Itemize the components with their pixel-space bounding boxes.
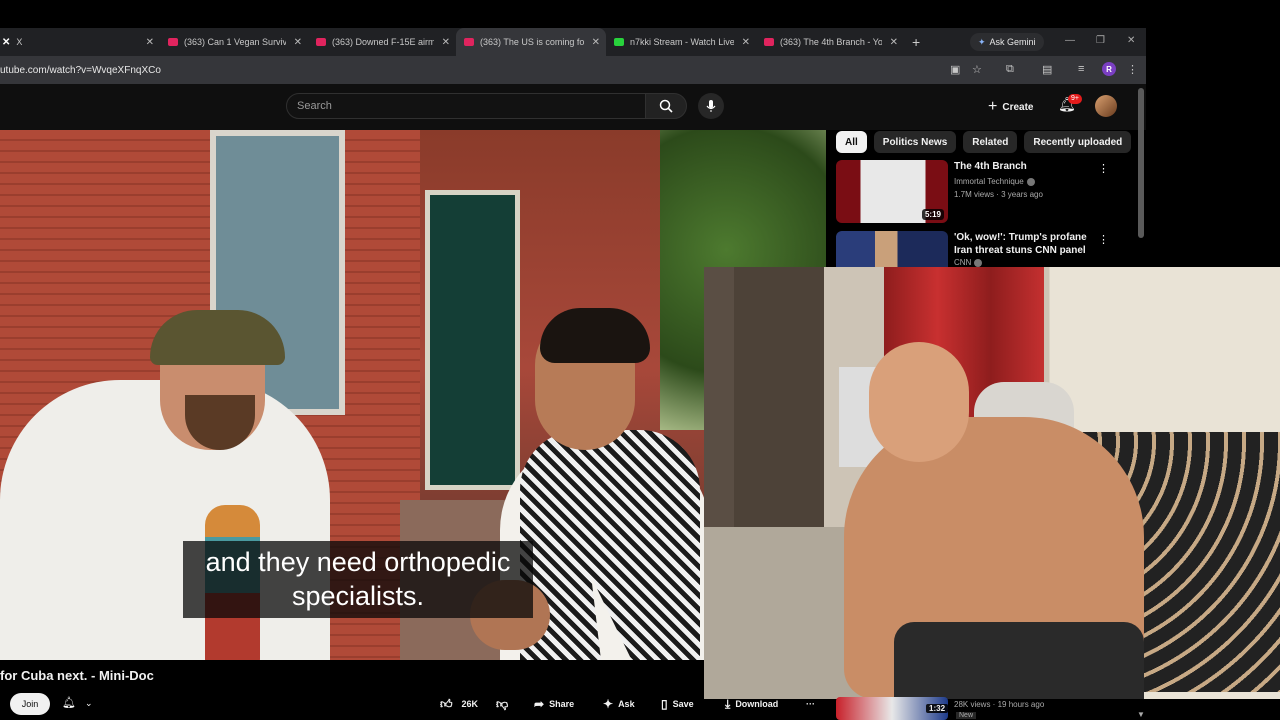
more-options-icon[interactable]: ⋮ <box>1098 233 1109 246</box>
sparkle-icon: ✦ <box>603 697 614 711</box>
webcam-person-shorts <box>894 622 1144 699</box>
page-scrollbar[interactable] <box>1138 88 1144 238</box>
address-bar: utube.com/watch?v=WvqeXFnqXCo ▣ ☆ ⧉ ▤ ≡ … <box>0 56 1146 84</box>
share-arrow-icon: ➦ <box>534 697 545 711</box>
more-options-icon[interactable]: ⋮ <box>1098 162 1109 175</box>
recommendation-channel[interactable]: CNN <box>954 258 983 267</box>
search-input[interactable]: Search <box>286 93 646 119</box>
create-button[interactable]: + Create <box>988 95 1033 119</box>
restore-icon[interactable]: ❐ <box>1096 35 1105 46</box>
download-icon: ⤓ <box>725 696 731 711</box>
browser-tab-bar: ✕ X ✕ (363) Can 1 Vegan Survive 20 ✕ (36… <box>0 28 1146 56</box>
download-button[interactable]: ⤓ Download <box>725 693 778 715</box>
bookmark-icon: ▯ <box>661 697 668 711</box>
close-tab-icon[interactable]: ✕ <box>592 37 600 48</box>
tab-vegan[interactable]: (363) Can 1 Vegan Survive 20 ✕ <box>160 28 308 56</box>
microphone-icon <box>706 100 716 112</box>
browser-menu-icon[interactable]: ⋮ <box>1127 63 1138 76</box>
webcam-overlay <box>704 267 1280 699</box>
close-tab-icon[interactable]: ✕ <box>742 37 750 48</box>
sidepanel-icon[interactable]: ▤ <box>1042 63 1052 76</box>
account-avatar[interactable] <box>1095 95 1117 117</box>
more-actions-button[interactable]: ··· <box>806 693 815 715</box>
chip-recently-uploaded[interactable]: Recently uploaded <box>1024 131 1132 153</box>
window-close-icon[interactable]: ✕ <box>1127 35 1135 46</box>
kick-icon <box>614 38 624 46</box>
new-tab-button[interactable]: + <box>912 34 920 50</box>
voice-search-button[interactable] <box>698 93 724 119</box>
chip-all[interactable]: All <box>836 131 867 153</box>
youtube-icon <box>464 38 474 46</box>
tab-x[interactable]: ✕ X ✕ <box>0 28 160 56</box>
save-button[interactable]: ▯ Save <box>661 693 694 715</box>
close-tab-icon[interactable]: ✕ <box>294 37 302 48</box>
youtube-icon <box>764 38 774 46</box>
video-duration: 1:32 <box>926 704 949 713</box>
verified-icon <box>1026 177 1035 186</box>
youtube-icon <box>168 38 178 46</box>
join-button[interactable]: Join <box>10 693 50 715</box>
chip-related[interactable]: Related <box>963 131 1018 153</box>
youtube-header: Search + Create 🔔︎ 9+ <box>0 84 1146 130</box>
like-button[interactable]: 👍︎ 26K <box>440 693 478 715</box>
gemini-icon: ✦ <box>978 36 986 47</box>
browser-profile-avatar[interactable]: R <box>1102 62 1116 76</box>
recommendation-item[interactable]: 1:32 28K views · 19 hours ago New <box>836 697 1136 720</box>
close-tab-icon[interactable]: ✕ <box>146 37 154 48</box>
ask-button[interactable]: ✦ Ask <box>603 693 635 715</box>
url-field[interactable]: utube.com/watch?v=WvqeXFnqXCo <box>0 65 161 76</box>
ask-gemini-button[interactable]: ✦ Ask Gemini <box>970 33 1044 51</box>
tab-kick-stream[interactable]: n7kki Stream - Watch Live o ✕ <box>606 28 756 56</box>
chevron-down-icon: ⌄ <box>85 698 93 708</box>
search-icon <box>659 99 673 113</box>
close-tab-icon[interactable]: ✕ <box>442 37 450 48</box>
recommendation-title[interactable]: The 4th Branch <box>954 160 1104 173</box>
new-badge: New <box>956 712 977 719</box>
video-person-right-hair <box>540 308 650 363</box>
tab-f15e[interactable]: (363) Downed F-15E airman ✕ <box>308 28 456 56</box>
scroll-down-arrow-icon[interactable]: ▼ <box>1137 710 1145 719</box>
video-player[interactable]: and they need orthopedic specialists. <box>0 130 826 660</box>
tab-4th-branch[interactable]: (363) The 4th Branch - YouTu ✕ <box>756 28 904 56</box>
webcam-doorway <box>734 267 824 527</box>
close-tab-icon[interactable]: ✕ <box>890 37 898 48</box>
extensions-icon[interactable]: ⧉ <box>1006 63 1014 76</box>
notification-badge: 9+ <box>1068 94 1082 104</box>
search-button[interactable] <box>645 93 687 119</box>
bookmark-star-icon[interactable]: ☆ <box>972 63 982 76</box>
dislike-button[interactable]: 👎︎ <box>496 693 508 715</box>
youtube-icon <box>316 38 326 46</box>
thumbs-up-icon: 👍︎ <box>440 696 453 711</box>
thumbs-down-icon: 👎︎ <box>496 696 509 711</box>
video-person-left-cap <box>150 310 285 365</box>
video-thumbnail[interactable]: 5:19 <box>836 160 948 223</box>
chip-politics-news[interactable]: Politics News <box>873 131 957 153</box>
video-scene-door <box>425 190 520 490</box>
recommendation-title[interactable]: 'Ok, wow!': Trump's profane Iran threat … <box>954 231 1104 257</box>
video-title: for Cuba next. - Mini-Doc <box>0 668 154 683</box>
screen: ✕ X ✕ (363) Can 1 Vegan Survive 20 ✕ (36… <box>0 0 1280 720</box>
plus-icon: + <box>988 98 998 115</box>
minimize-icon[interactable]: — <box>1065 35 1075 46</box>
x-logo-icon: ✕ <box>2 36 11 48</box>
recommendation-chips: All Politics News Related Recently uploa… <box>836 131 1132 153</box>
video-duration: 5:19 <box>921 209 944 220</box>
share-button[interactable]: ➦ Share <box>534 693 574 715</box>
video-caption: and they need orthopedic specialists. <box>183 541 533 618</box>
recommendation-meta: 28K views · 19 hours ago <box>954 700 1045 709</box>
cast-icon[interactable]: ▣ <box>950 63 960 76</box>
bell-icon: 🔔︎ <box>62 697 76 709</box>
webcam-person-head <box>869 342 969 462</box>
media-icon[interactable]: ≡ <box>1078 63 1084 75</box>
tab-active-cuba[interactable]: (363) The US is coming for C ✕ <box>456 28 606 56</box>
recommendation-channel[interactable]: Immortal Technique <box>954 177 1035 186</box>
recommendation-meta: 1.7M views · 3 years ago <box>954 190 1043 199</box>
subscription-bell-button[interactable]: 🔔︎ ⌄ <box>62 696 93 709</box>
verified-icon <box>974 258 983 267</box>
recommendation-item[interactable]: 5:19 The 4th Branch Immortal Technique 1… <box>836 160 1131 224</box>
